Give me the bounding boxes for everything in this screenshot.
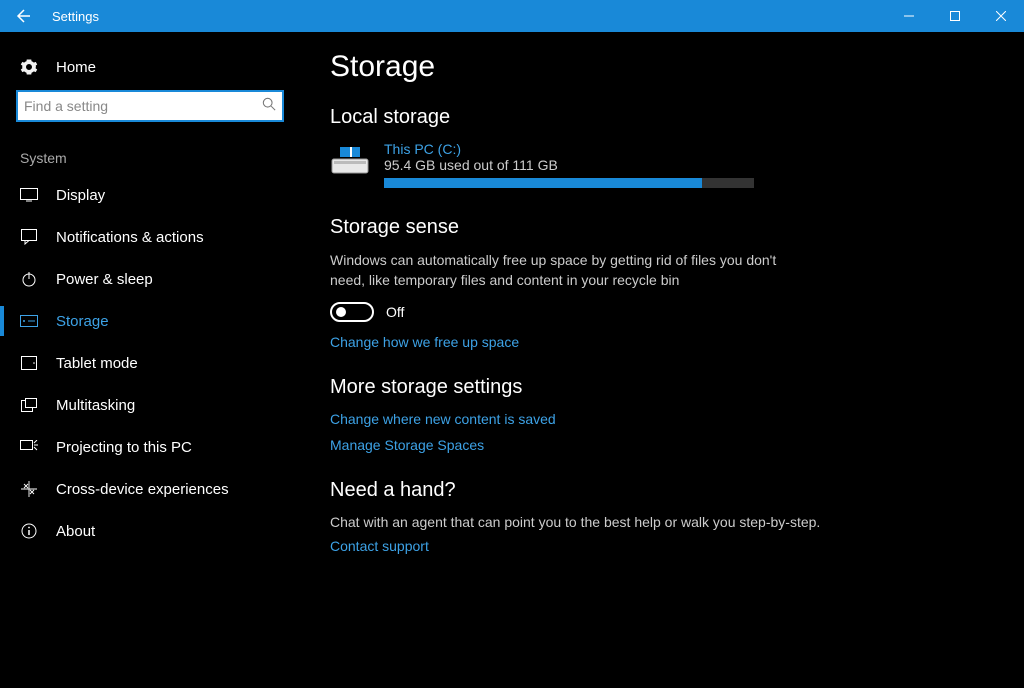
back-arrow-icon [16, 8, 32, 24]
search-icon [262, 97, 276, 111]
display-icon [20, 186, 38, 204]
page-title: Storage [330, 50, 994, 84]
nav-notifications[interactable]: Notifications & actions [0, 216, 300, 258]
drive-icon [330, 141, 370, 177]
back-button[interactable] [0, 0, 48, 32]
manage-storage-spaces-link[interactable]: Manage Storage Spaces [330, 437, 994, 453]
search-wrapper [16, 90, 284, 122]
projecting-icon [20, 438, 38, 456]
search-input[interactable] [16, 90, 284, 122]
nav-power-sleep[interactable]: Power & sleep [0, 258, 300, 300]
close-icon [996, 11, 1006, 21]
nav-group-label: System [0, 140, 300, 174]
home-nav[interactable]: Home [0, 50, 300, 90]
contact-support-link[interactable]: Contact support [330, 538, 994, 554]
nav-multitasking[interactable]: Multitasking [0, 384, 300, 426]
nav-label: About [56, 523, 95, 540]
home-label: Home [56, 59, 96, 76]
maximize-icon [950, 11, 960, 21]
power-icon [20, 270, 38, 288]
storage-sense-desc: Windows can automatically free up space … [330, 251, 790, 290]
nav-cross-device[interactable]: Cross-device experiences [0, 468, 300, 510]
toggle-state-label: Off [386, 304, 404, 320]
nav-display[interactable]: Display [0, 174, 300, 216]
more-settings-section: More storage settings Change where new c… [330, 376, 994, 453]
minimize-icon [904, 11, 914, 21]
drive-info: This PC (C:) 95.4 GB used out of 111 GB [384, 141, 754, 188]
titlebar: Settings [0, 0, 1024, 32]
drive-row[interactable]: This PC (C:) 95.4 GB used out of 111 GB [330, 141, 994, 188]
local-storage-heading: Local storage [330, 106, 994, 129]
more-settings-heading: More storage settings [330, 376, 994, 399]
help-heading: Need a hand? [330, 479, 994, 502]
close-button[interactable] [978, 0, 1024, 32]
nav-label: Cross-device experiences [56, 481, 229, 498]
nav-label: Notifications & actions [56, 229, 204, 246]
about-icon [20, 522, 38, 540]
drive-usage-bar [384, 178, 754, 188]
nav-about[interactable]: About [0, 510, 300, 552]
help-section: Need a hand? Chat with an agent that can… [330, 479, 994, 554]
multitasking-icon [20, 396, 38, 414]
nav-label: Storage [56, 313, 109, 330]
drive-name: This PC (C:) [384, 141, 754, 157]
storage-sense-toggle[interactable]: Off [330, 302, 994, 322]
maximize-button[interactable] [932, 0, 978, 32]
help-desc: Chat with an agent that can point you to… [330, 514, 994, 530]
cross-device-icon [20, 480, 38, 498]
nav-label: Display [56, 187, 105, 204]
nav-label: Projecting to this PC [56, 439, 192, 456]
local-storage-section: Local storage This PC (C:) 95.4 GB used … [330, 106, 994, 188]
minimize-button[interactable] [886, 0, 932, 32]
gear-icon [20, 58, 38, 76]
toggle-track [330, 302, 374, 322]
main-panel: Storage Local storage This PC (C:) 95.4 … [300, 32, 1024, 688]
nav-storage[interactable]: Storage [0, 300, 300, 342]
change-save-location-link[interactable]: Change where new content is saved [330, 411, 994, 427]
tablet-icon [20, 354, 38, 372]
drive-usage-text: 95.4 GB used out of 111 GB [384, 157, 754, 173]
change-free-up-link[interactable]: Change how we free up space [330, 334, 994, 350]
storage-sense-section: Storage sense Windows can automatically … [330, 216, 994, 350]
toggle-knob [336, 307, 346, 317]
nav-label: Power & sleep [56, 271, 153, 288]
nav-projecting[interactable]: Projecting to this PC [0, 426, 300, 468]
storage-icon [20, 312, 38, 330]
drive-usage-fill [384, 178, 702, 188]
sidebar: Home System Display Notifications & acti… [0, 32, 300, 688]
window-title: Settings [48, 9, 99, 24]
nav-tablet-mode[interactable]: Tablet mode [0, 342, 300, 384]
nav-label: Multitasking [56, 397, 135, 414]
nav-label: Tablet mode [56, 355, 138, 372]
storage-sense-heading: Storage sense [330, 216, 994, 239]
notifications-icon [20, 228, 38, 246]
